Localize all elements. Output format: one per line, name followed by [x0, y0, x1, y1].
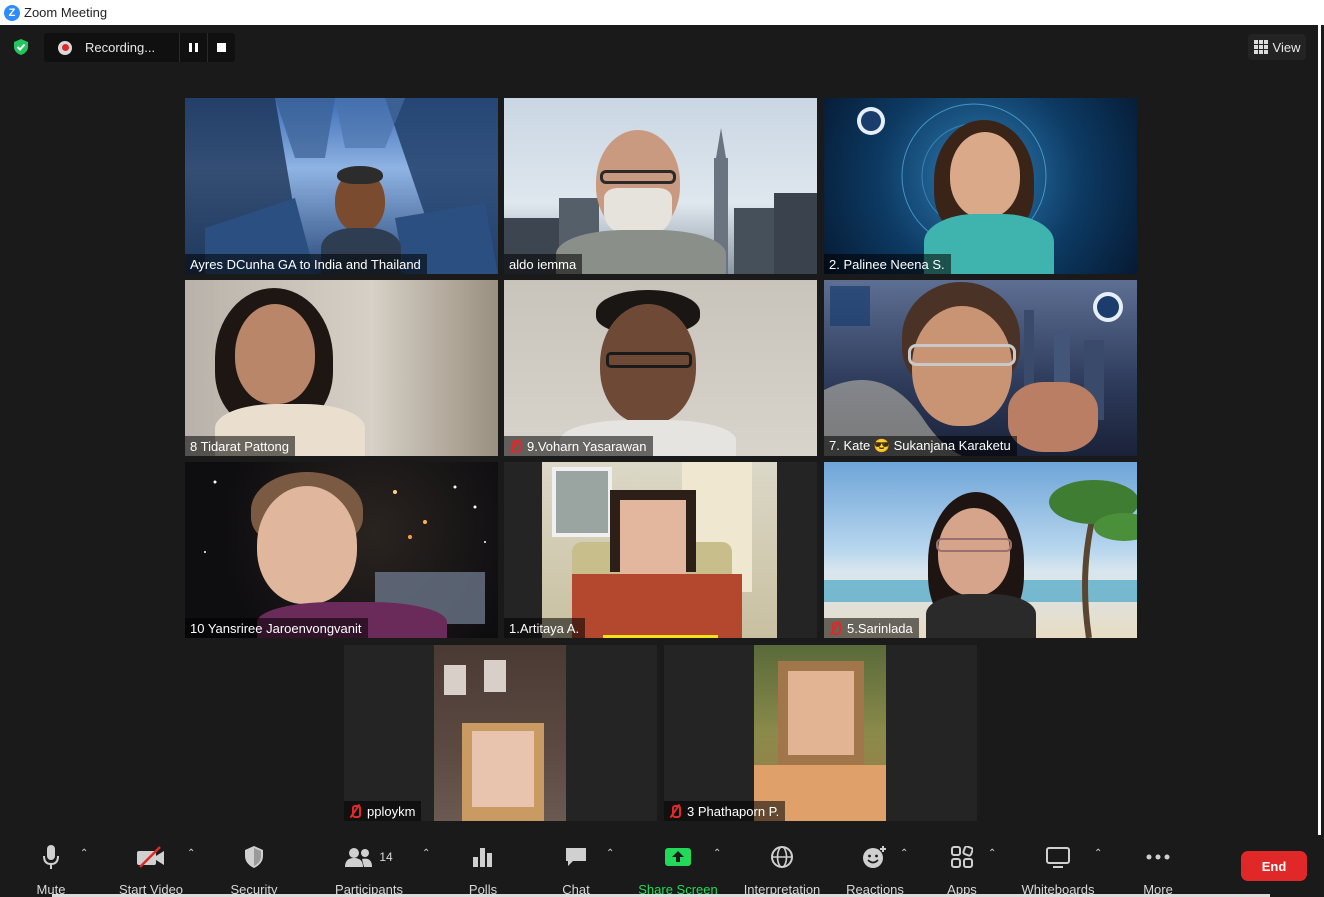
participant-name-tag: 8 Tidarat Pattong	[185, 436, 296, 456]
stop-icon	[217, 43, 226, 52]
interpretation-button[interactable]: Interpretation	[740, 835, 824, 897]
video-tile-7[interactable]: 10 Yansriree Jaroenvongvanit	[185, 462, 498, 638]
grid-icon	[1253, 40, 1268, 54]
video-tile-9[interactable]: 5.Sarinlada	[824, 462, 1137, 638]
more-dots-icon	[1146, 843, 1170, 871]
recording-label: Recording...	[85, 40, 156, 55]
chevron-up-icon[interactable]: ⌃	[422, 848, 430, 859]
participant-name: pploykm	[367, 803, 416, 819]
video-tile-3[interactable]: 2. Palinee Neena S.	[824, 98, 1137, 274]
chevron-up-icon[interactable]: ⌃	[988, 848, 996, 859]
share-screen-button[interactable]: Share Screen	[638, 835, 718, 897]
video-tile-10[interactable]: pploykm	[344, 645, 657, 821]
more-button[interactable]: More	[1138, 835, 1178, 897]
video-tile-1[interactable]: Ayres DCunha GA to India and Thailand	[185, 98, 498, 274]
start-video-button[interactable]: Start Video	[112, 835, 190, 897]
video-tile-5[interactable]: 9.Voharn Yasarawan	[504, 280, 817, 456]
microphone-icon	[42, 843, 60, 871]
chat-button[interactable]: Chat	[555, 835, 597, 897]
reactions-button[interactable]: Reactions	[846, 835, 904, 897]
participant-name-tag: 9.Voharn Yasarawan	[504, 436, 653, 456]
participants-icon: 14	[345, 843, 393, 871]
participants-count: 14	[379, 850, 393, 864]
recording-bar: Recording...	[44, 33, 235, 62]
apps-button[interactable]: Apps	[942, 835, 982, 897]
participant-name-tag: 2. Palinee Neena S.	[824, 254, 951, 274]
meeting-toolbar: Mute ⌃ Start Video ⌃ Security 14 Partici…	[0, 835, 1321, 897]
view-button[interactable]: View	[1248, 34, 1306, 60]
participant-name: 7. Kate 😎 Sukanjana Karaketu	[829, 438, 1011, 453]
chevron-up-icon[interactable]: ⌃	[1094, 848, 1102, 859]
participant-name-tag: 1.Artitaya A.	[504, 618, 586, 638]
participant-name: 10 Yansriree Jaroenvongvanit	[190, 620, 362, 636]
active-speaker-indicator	[603, 635, 718, 638]
recording-icon	[58, 40, 72, 55]
chevron-up-icon[interactable]: ⌃	[606, 848, 614, 859]
whiteboards-button[interactable]: Whiteboards	[1018, 835, 1098, 897]
participant-name-tag: 7. Kate 😎 Sukanjana Karaketu	[824, 436, 1017, 456]
polls-icon	[472, 843, 494, 871]
security-shield-icon	[243, 843, 265, 871]
muted-mic-icon	[669, 804, 681, 818]
window-titlebar: Z Zoom Meeting	[0, 0, 1324, 25]
participant-name-tag: 10 Yansriree Jaroenvongvanit	[185, 618, 368, 638]
window-title: Zoom Meeting	[24, 5, 108, 20]
zoom-logo-icon: Z	[4, 4, 20, 21]
participant-name-tag: 5.Sarinlada	[824, 618, 919, 638]
mute-button[interactable]: Mute	[30, 835, 72, 897]
chevron-up-icon[interactable]: ⌃	[713, 848, 721, 859]
video-tile-11[interactable]: 3 Phathaporn P.	[664, 645, 977, 821]
participant-name: 3 Phathaporn P.	[687, 803, 780, 819]
chat-icon	[564, 843, 588, 871]
stop-recording-button[interactable]	[207, 33, 235, 62]
chevron-up-icon[interactable]: ⌃	[187, 848, 195, 859]
whiteboard-icon	[1046, 843, 1070, 871]
participant-name: 8 Tidarat Pattong	[190, 438, 290, 454]
security-button[interactable]: Security	[226, 835, 282, 897]
participant-name: 2. Palinee Neena S.	[829, 256, 945, 272]
participant-video	[754, 645, 886, 821]
share-screen-icon	[664, 843, 692, 871]
participant-name-tag: aldo iemma	[504, 254, 583, 274]
muted-mic-icon	[509, 439, 521, 453]
muted-mic-icon	[829, 621, 841, 635]
encryption-shield-icon[interactable]	[12, 38, 30, 56]
participant-name: Ayres DCunha GA to India and Thailand	[190, 256, 421, 272]
muted-mic-icon	[349, 804, 361, 818]
globe-icon	[770, 843, 794, 871]
participant-name-tag: pploykm	[344, 801, 422, 821]
participant-name-tag: 3 Phathaporn P.	[664, 801, 786, 821]
video-off-icon	[136, 843, 166, 871]
reactions-smiley-icon	[862, 843, 888, 871]
chevron-up-icon[interactable]: ⌃	[80, 848, 88, 859]
video-tile-6[interactable]: 7. Kate 😎 Sukanjana Karaketu	[824, 280, 1137, 456]
participant-video	[542, 462, 777, 638]
video-tile-2[interactable]: aldo iemma	[504, 98, 817, 274]
end-meeting-button[interactable]: End	[1241, 851, 1307, 881]
participant-name: 9.Voharn Yasarawan	[527, 438, 647, 454]
chevron-up-icon[interactable]: ⌃	[900, 848, 908, 859]
meeting-stage: Recording... View Ayres DCunha GA to Ind…	[0, 25, 1321, 897]
participant-name: 5.Sarinlada	[847, 620, 913, 636]
pause-icon	[189, 43, 198, 52]
view-button-label: View	[1272, 39, 1301, 55]
participants-button[interactable]: 14 Participants	[330, 835, 408, 897]
polls-button[interactable]: Polls	[462, 835, 504, 897]
pause-recording-button[interactable]	[179, 33, 207, 62]
participant-name-tag: Ayres DCunha GA to India and Thailand	[185, 254, 427, 274]
apps-icon	[951, 843, 973, 871]
participant-name: 1.Artitaya A.	[509, 620, 580, 636]
video-tile-4[interactable]: 8 Tidarat Pattong	[185, 280, 498, 456]
video-tile-8[interactable]: 1.Artitaya A.	[504, 462, 817, 638]
participant-video	[434, 645, 566, 821]
participant-name: aldo iemma	[509, 256, 577, 272]
